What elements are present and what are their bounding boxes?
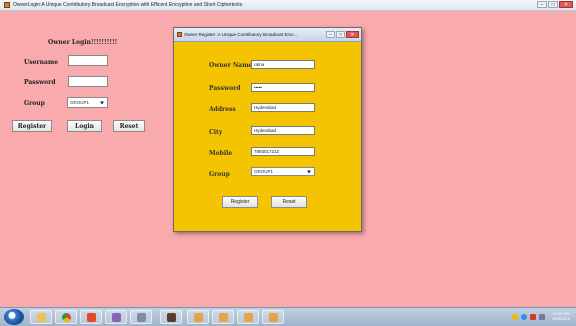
group-select-value: GROUP1: [254, 169, 274, 174]
close-icon[interactable]: ✕: [559, 1, 573, 8]
tray-notification-icon[interactable]: [512, 314, 518, 320]
city-input[interactable]: Hyderabad: [251, 126, 315, 135]
tray-volume-icon[interactable]: [539, 314, 545, 320]
taskbar-app-3[interactable]: [80, 310, 102, 324]
address-label: Address: [209, 106, 236, 113]
clock-date: 3/29/2016: [552, 316, 570, 321]
register-button[interactable]: Register: [12, 120, 52, 132]
maximize-icon[interactable]: □: [336, 31, 345, 38]
chrome-icon: [61, 312, 71, 322]
dialog-titlebar: Owner Register :A Unique Contributory Br…: [174, 28, 361, 42]
register-button[interactable]: Register: [222, 196, 258, 208]
mobile-input[interactable]: 7893017212: [251, 147, 315, 156]
app-icon: [86, 312, 96, 322]
password-label: Password: [209, 85, 241, 92]
chevron-down-icon: [307, 170, 311, 173]
taskbar: 12:38 PM 3/29/2016: [0, 307, 576, 326]
owner-register-dialog: Owner Register :A Unique Contributory Br…: [173, 27, 362, 232]
java-app-icon: [4, 2, 10, 8]
app-icon: [111, 312, 121, 322]
folder-icon: [36, 312, 46, 322]
group-label: Group: [209, 171, 230, 178]
taskbar-app-6[interactable]: [160, 310, 182, 324]
group-select-value: GROUP1: [70, 100, 90, 105]
taskbar-clock[interactable]: 12:38 PM 3/29/2016: [552, 311, 570, 321]
taskbar-java-2[interactable]: [212, 310, 234, 324]
java-icon: [218, 312, 228, 322]
minimize-icon[interactable]: –: [326, 31, 335, 38]
owner-name-label: Owner Name: [209, 62, 253, 69]
password-label: Password: [24, 79, 56, 86]
password-input[interactable]: •••••: [251, 83, 315, 92]
taskbar-explorer[interactable]: [30, 310, 52, 324]
java-icon: [243, 312, 253, 322]
taskbar-java-1[interactable]: [187, 310, 209, 324]
username-input[interactable]: [68, 55, 108, 66]
taskbar-app-4[interactable]: [105, 310, 127, 324]
taskbar-chrome[interactable]: [55, 310, 77, 324]
taskbar-java-3[interactable]: [237, 310, 259, 324]
java-icon: [193, 312, 203, 322]
windows-start-icon[interactable]: [4, 309, 24, 325]
password-input[interactable]: [68, 76, 108, 87]
tray-network-icon[interactable]: [521, 314, 527, 320]
group-label: Group: [24, 100, 45, 107]
dialog-window-controls: – □ ✕: [326, 31, 359, 38]
taskbar-java-4[interactable]: [262, 310, 284, 324]
java-app-icon: [177, 32, 182, 37]
group-select[interactable]: GROUP1: [67, 97, 108, 108]
java-icon: [268, 312, 278, 322]
group-select[interactable]: GROUP1: [251, 167, 315, 176]
main-window-title: OwnerLogin:A Unique Contributory Broadca…: [13, 2, 243, 8]
close-icon[interactable]: ✕: [346, 31, 359, 38]
chevron-down-icon: [100, 101, 104, 104]
address-input[interactable]: Hyderabad: [251, 103, 315, 112]
username-label: Username: [24, 59, 59, 66]
city-label: City: [209, 129, 223, 136]
login-button[interactable]: Login: [67, 120, 102, 132]
login-title: Owner Login!!!!!!!!!!: [48, 39, 118, 46]
dialog-title: Owner Register :A Unique Contributory Br…: [184, 32, 298, 37]
app-icon: [166, 312, 176, 322]
maximize-icon[interactable]: □: [548, 1, 558, 8]
app-icon: [136, 312, 146, 322]
window-controls: – □ ✕: [537, 1, 573, 8]
reset-button[interactable]: Reset: [271, 196, 307, 208]
reset-button[interactable]: Reset: [113, 120, 145, 132]
tray-flag-icon[interactable]: [530, 314, 536, 320]
owner-name-input[interactable]: ratna: [251, 60, 315, 69]
minimize-icon[interactable]: –: [537, 1, 547, 8]
owner-login-panel: Owner Login!!!!!!!!!! Username Password …: [0, 10, 170, 140]
mobile-label: Mobile: [209, 150, 233, 157]
taskbar-app-5[interactable]: [130, 310, 152, 324]
